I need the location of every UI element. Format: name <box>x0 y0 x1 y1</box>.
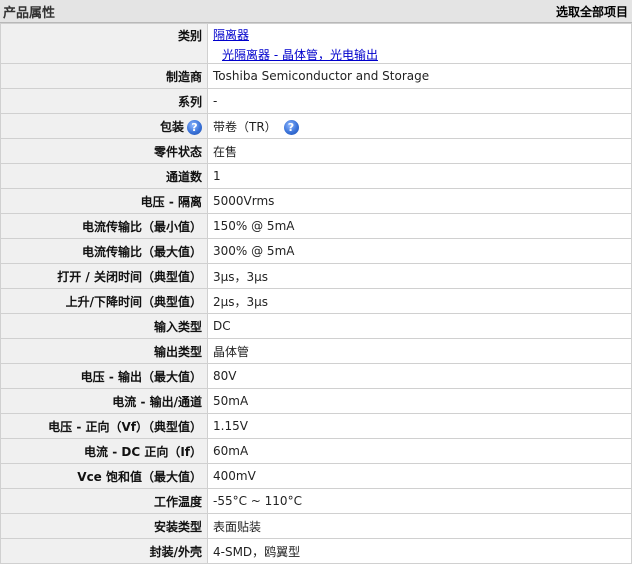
attributes-table: 类别 隔离器 光隔离器 - 晶体管，光电输出 制造商 Toshiba Semic… <box>0 23 632 564</box>
table-row-part-status: 零件状态 在售 <box>0 138 632 164</box>
attr-label: 封装/外壳 <box>0 538 208 564</box>
attr-value: 80V <box>207 363 632 389</box>
table-row-channels: 通道数 1 <box>0 163 632 189</box>
attr-value: 2µs，3µs <box>207 288 632 314</box>
table-row-isolation-voltage: 电压 - 隔离 5000Vrms <box>0 188 632 214</box>
attr-label: 电流传输比（最大值） <box>0 238 208 264</box>
attr-label: 零件状态 <box>0 138 208 164</box>
attr-value: Toshiba Semiconductor and Storage <box>207 63 632 89</box>
table-row-category: 类别 隔离器 光隔离器 - 晶体管，光电输出 <box>0 23 632 64</box>
table-row-output-type: 输出类型 晶体管 <box>0 338 632 364</box>
attr-value: 300% @ 5mA <box>207 238 632 264</box>
table-row-mounting-type: 安装类型 表面贴装 <box>0 513 632 539</box>
table-row-ctr-min: 电流传输比（最小值） 150% @ 5mA <box>0 213 632 239</box>
attr-value: 60mA <box>207 438 632 464</box>
category-link-optoisolators[interactable]: 光隔离器 - 晶体管，光电输出 <box>222 46 378 63</box>
attr-label: 上升/下降时间（典型值） <box>0 288 208 314</box>
table-row-input-type: 输入类型 DC <box>0 313 632 339</box>
packaging-label-text: 包装 <box>159 119 184 134</box>
attr-label: 安装类型 <box>0 513 208 539</box>
attr-label: 通道数 <box>0 163 208 189</box>
attr-label: 类别 <box>0 23 208 64</box>
packaging-value-text: 带卷（TR） <box>213 119 277 134</box>
product-attributes-header: 产品属性 选取全部项目 <box>0 0 632 23</box>
attr-label: 输出类型 <box>0 338 208 364</box>
table-row-manufacturer: 制造商 Toshiba Semiconductor and Storage <box>0 63 632 89</box>
table-row-operating-temp: 工作温度 -55°C ~ 110°C <box>0 488 632 514</box>
attr-value: 50mA <box>207 388 632 414</box>
table-row-rise-fall-time: 上升/下降时间（典型值） 2µs，3µs <box>0 288 632 314</box>
table-row-series: 系列 - <box>0 88 632 114</box>
category-link-isolators[interactable]: 隔离器 <box>213 28 249 42</box>
attr-value: 隔离器 光隔离器 - 晶体管，光电输出 <box>207 23 632 64</box>
attr-value: 晶体管 <box>207 338 632 364</box>
attr-label: 输入类型 <box>0 313 208 339</box>
select-all-button[interactable]: 选取全部项目 <box>556 3 628 20</box>
attr-label: 电流传输比（最小值） <box>0 213 208 239</box>
attr-label: 电压 - 输出（最大值） <box>0 363 208 389</box>
attr-label: 电压 - 正向（Vf）（典型值） <box>0 413 208 439</box>
attr-label: 电压 - 隔离 <box>0 188 208 214</box>
table-row-packaging: 包装? 带卷（TR） ? <box>0 113 632 139</box>
attr-value: 1 <box>207 163 632 189</box>
attr-value: 3µs，3µs <box>207 263 632 289</box>
attr-value: 表面贴装 <box>207 513 632 539</box>
table-row-output-current: 电流 - 输出/通道 50mA <box>0 388 632 414</box>
attr-value: 4-SMD，鸥翼型 <box>207 538 632 564</box>
attr-label: 电流 - 输出/通道 <box>0 388 208 414</box>
attr-label: 电流 - DC 正向（If） <box>0 438 208 464</box>
product-attributes-title: 产品属性 <box>3 5 56 21</box>
attr-value: -55°C ~ 110°C <box>207 488 632 514</box>
help-icon[interactable]: ? <box>187 119 202 135</box>
attr-label: 系列 <box>0 88 208 114</box>
table-row-dc-forward-current: 电流 - DC 正向（If） 60mA <box>0 438 632 464</box>
attr-label: Vce 饱和值（最大值） <box>0 463 208 489</box>
table-row-forward-voltage: 电压 - 正向（Vf）（典型值） 1.15V <box>0 413 632 439</box>
attr-value: 150% @ 5mA <box>207 213 632 239</box>
attr-value: 1.15V <box>207 413 632 439</box>
help-icon[interactable]: ? <box>283 119 299 135</box>
attr-value: 400mV <box>207 463 632 489</box>
attr-value: 在售 <box>207 138 632 164</box>
attr-value: 5000Vrms <box>207 188 632 214</box>
attr-value: DC <box>207 313 632 339</box>
attr-label: 包装? <box>0 113 208 139</box>
table-row-output-voltage: 电压 - 输出（最大值） 80V <box>0 363 632 389</box>
attr-label: 打开 / 关闭时间（典型值） <box>0 263 208 289</box>
table-row-on-off-time: 打开 / 关闭时间（典型值） 3µs，3µs <box>0 263 632 289</box>
attr-label: 制造商 <box>0 63 208 89</box>
attr-label: 工作温度 <box>0 488 208 514</box>
table-row-package-case: 封装/外壳 4-SMD，鸥翼型 <box>0 538 632 564</box>
table-row-ctr-max: 电流传输比（最大值） 300% @ 5mA <box>0 238 632 264</box>
attr-value: 带卷（TR） ? <box>207 113 632 139</box>
attr-value: - <box>207 88 632 114</box>
table-row-vce-sat: Vce 饱和值（最大值） 400mV <box>0 463 632 489</box>
